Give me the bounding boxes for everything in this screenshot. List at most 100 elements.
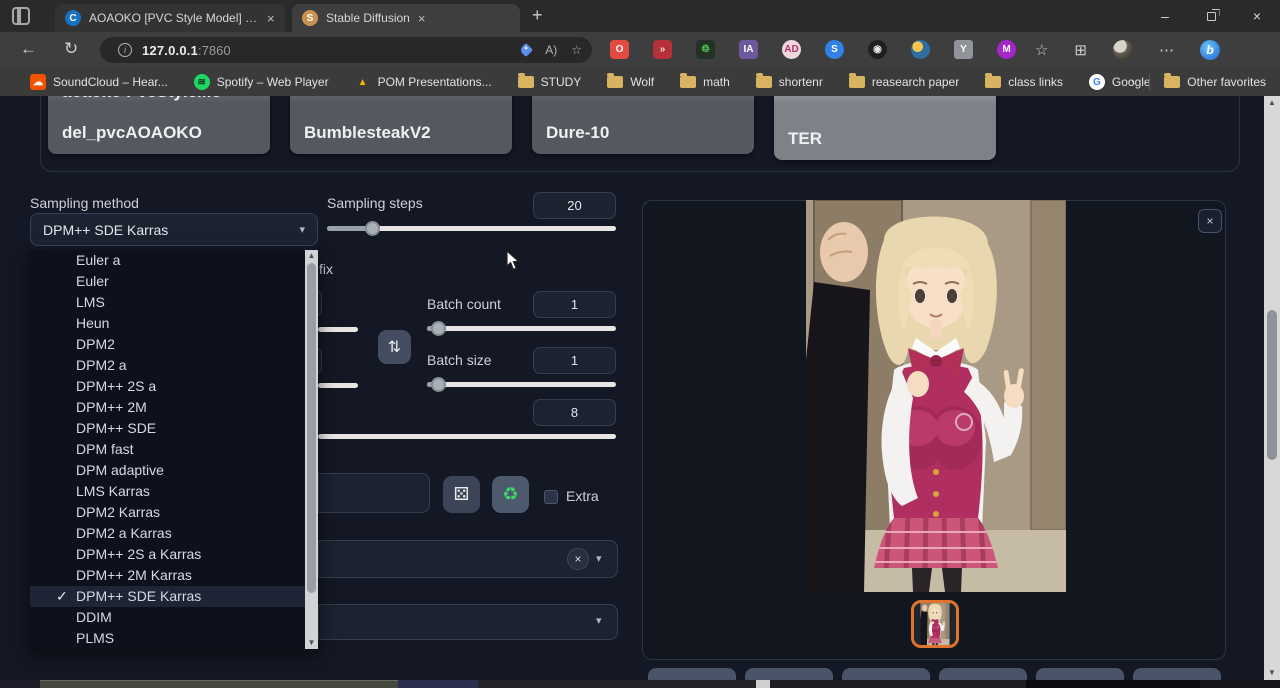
extension-icon[interactable]: AD (782, 40, 801, 59)
batch-count-slider[interactable] (427, 326, 616, 331)
seed-input[interactable] (318, 473, 430, 513)
bookmark-item[interactable]: shortenr (756, 75, 823, 89)
extension-icon[interactable]: » (653, 40, 672, 59)
window-close-button[interactable]: × (1234, 0, 1280, 32)
extra-seed-checkbox[interactable] (544, 490, 558, 504)
image-action-button[interactable] (745, 668, 833, 680)
scroll-down-icon[interactable]: ▼ (1264, 667, 1280, 679)
image-action-button[interactable] (939, 668, 1027, 680)
more-menu-icon[interactable]: ⋯ (1159, 41, 1174, 59)
profile-avatar[interactable] (1113, 40, 1133, 60)
sampler-option[interactable]: DPM++ 2M Karras (30, 565, 318, 586)
sampler-option[interactable]: DDIM (30, 607, 318, 628)
slider-thumb[interactable] (431, 377, 446, 392)
sampler-option[interactable]: DPM2 a Karras (30, 523, 318, 544)
other-favorites-button[interactable]: Other favorites (1164, 75, 1266, 89)
width-slider-partial[interactable] (318, 327, 358, 332)
read-aloud-icon[interactable]: A) (545, 43, 557, 57)
sampler-option[interactable]: DPM2 a (30, 355, 318, 376)
sampler-option[interactable]: DPM++ SDE (30, 418, 318, 439)
dropdown-scrollbar[interactable]: ▲ ▼ (305, 250, 318, 649)
tag-icon[interactable] (519, 43, 533, 57)
extension-icon[interactable]: O (610, 40, 629, 59)
checkpoint-card[interactable]: TER (774, 96, 996, 160)
window-restore-button[interactable] (1188, 0, 1234, 32)
extension-icon[interactable]: ♲ (696, 40, 715, 59)
sampling-steps-slider[interactable] (327, 226, 616, 231)
site-info-icon[interactable]: i (118, 43, 132, 57)
sampler-option[interactable]: Euler a (30, 250, 318, 271)
image-action-button[interactable] (842, 668, 930, 680)
bookmark-item[interactable]: ☁ SoundCloud – Hear... (30, 74, 168, 90)
back-icon[interactable]: ← (20, 39, 37, 59)
cfg-scale-input[interactable]: 8 (533, 399, 616, 426)
tab-close-icon[interactable]: × (267, 11, 275, 26)
workspaces-icon[interactable] (12, 7, 30, 25)
sampler-option[interactable]: DPM adaptive (30, 460, 318, 481)
checkpoint-card[interactable]: Dure-10 (532, 96, 754, 154)
sampling-method-select[interactable]: DPM++ SDE Karras ▾ (30, 213, 318, 246)
swap-dimensions-button[interactable]: ⇅ (378, 330, 411, 364)
slider-thumb[interactable] (365, 221, 380, 236)
browser-tab[interactable]: S Stable Diffusion × (292, 4, 520, 32)
sampling-steps-input[interactable]: 20 (533, 192, 616, 219)
sampler-option[interactable]: LMS Karras (30, 481, 318, 502)
sampler-option[interactable]: DPM++ 2S a (30, 376, 318, 397)
bookmark-item[interactable]: reasearch paper (849, 75, 959, 89)
collections-icon[interactable]: ⊞ (1074, 41, 1087, 59)
extension-icon[interactable]: Y (954, 40, 973, 59)
image-action-button[interactable] (1036, 668, 1124, 680)
bing-chat-icon[interactable]: b (1200, 40, 1220, 60)
batch-count-input[interactable]: 1 (533, 291, 616, 318)
bookmark-item[interactable]: STUDY (518, 75, 582, 89)
checkpoint-card[interactable]: BumblesteakV2 (290, 96, 512, 154)
scroll-up-icon[interactable]: ▲ (1264, 97, 1280, 109)
browser-scrollbar[interactable]: ▲ ▼ (1264, 96, 1280, 680)
bookmark-item[interactable]: Wolf (607, 75, 654, 89)
extension-icon[interactable] (911, 40, 930, 59)
scroll-down-icon[interactable]: ▼ (305, 637, 318, 649)
scrollbar-thumb[interactable] (1267, 310, 1277, 460)
close-preview-button[interactable]: × (1198, 209, 1222, 233)
sampler-option[interactable]: DPM++ 2S a Karras (30, 544, 318, 565)
sampler-option[interactable]: LMS (30, 292, 318, 313)
reuse-seed-button[interactable]: ♻ (492, 476, 529, 513)
new-tab-button[interactable]: + (532, 5, 543, 26)
gallery-thumbnail[interactable] (911, 600, 959, 648)
bookmark-item[interactable]: class links (985, 75, 1063, 89)
height-slider-partial[interactable] (318, 383, 358, 388)
script-dropdown[interactable] (318, 604, 618, 640)
extension-icon[interactable]: M (997, 40, 1016, 59)
slider-thumb[interactable] (431, 321, 446, 336)
bookmarks-overflow-icon[interactable]: › (1131, 74, 1136, 90)
browser-tab[interactable]: C AOAOKO [PVC Style Model] - PV × (55, 4, 285, 32)
sampler-option[interactable]: Heun (30, 313, 318, 334)
extension-icon[interactable]: S (825, 40, 844, 59)
sampler-option[interactable]: DPM2 Karras (30, 502, 318, 523)
random-seed-button[interactable]: ⚄ (443, 476, 480, 513)
image-action-button[interactable] (648, 668, 736, 680)
bookmark-item[interactable]: ▲ POM Presentations... (355, 74, 492, 90)
sampler-option[interactable]: ✓ DPM++ SDE Karras (30, 586, 318, 607)
window-minimize-button[interactable]: – (1142, 0, 1188, 32)
sampler-option[interactable]: PLMS (30, 628, 318, 649)
tab-close-icon[interactable]: × (418, 11, 426, 26)
refresh-icon[interactable]: ↻ (64, 39, 78, 59)
favorites-bar-icon[interactable]: ☆ (1035, 41, 1048, 59)
clear-selection-icon[interactable]: × (567, 548, 589, 570)
sampler-option[interactable]: Euler (30, 271, 318, 292)
image-action-button[interactable] (1133, 668, 1221, 680)
bookmark-item[interactable]: math (680, 75, 730, 89)
extension-icon[interactable]: IA (739, 40, 758, 59)
generated-image[interactable] (806, 200, 1066, 592)
add-favorite-icon[interactable]: ☆ (571, 43, 582, 57)
bookmark-item[interactable]: ≋ Spotify – Web Player (194, 74, 329, 90)
address-bar[interactable]: i 127.0.0.1:7860 A) ☆ (100, 37, 592, 63)
sampler-option[interactable]: DPM2 (30, 334, 318, 355)
sampler-option[interactable]: DPM++ 2M (30, 397, 318, 418)
scrollbar-thumb[interactable] (307, 263, 316, 593)
cfg-scale-slider[interactable] (318, 434, 616, 439)
scroll-up-icon[interactable]: ▲ (305, 250, 318, 262)
batch-size-input[interactable]: 1 (533, 347, 616, 374)
extension-icon[interactable]: ◉ (868, 40, 887, 59)
